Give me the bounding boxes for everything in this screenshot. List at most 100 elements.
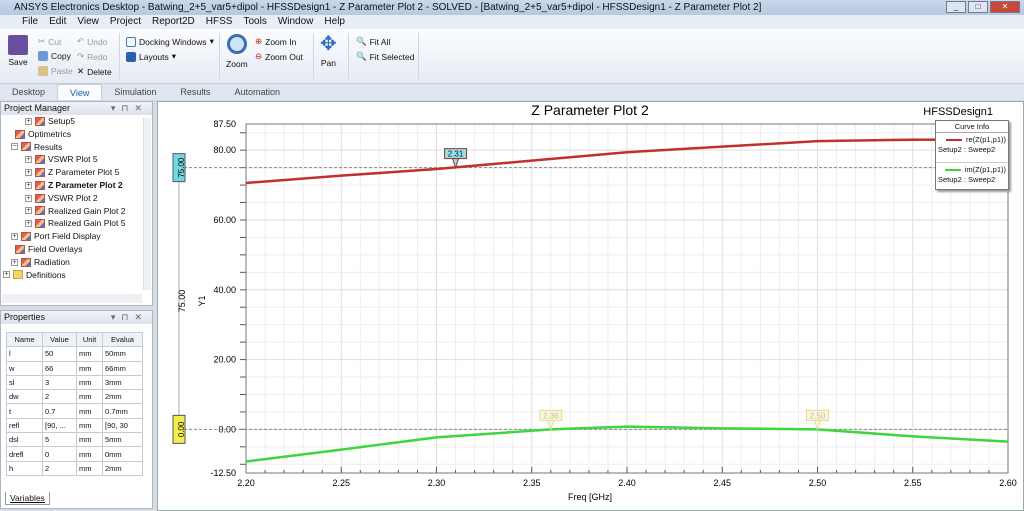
- table-row[interactable]: l 50 mm 50mm: [6, 346, 143, 362]
- table-row[interactable]: dsl 5 mm 5mm: [6, 432, 143, 448]
- expand-icon[interactable]: +: [25, 207, 32, 215]
- expand-icon[interactable]: +: [25, 156, 32, 164]
- tree-item[interactable]: + Realized Gain Plot 2: [1, 205, 152, 218]
- table-cell[interactable]: 66: [42, 360, 77, 376]
- tab-desktop[interactable]: Desktop: [0, 84, 57, 100]
- table-row[interactable]: drefl 0 mm 0mm: [6, 446, 143, 462]
- magnifier-icon: [226, 34, 247, 54]
- table-row[interactable]: t 0.7 mm 0.7mm: [6, 403, 143, 419]
- expand-icon[interactable]: +: [25, 117, 32, 125]
- fit-all-button[interactable]: 🔍 Fit All: [356, 36, 390, 47]
- maximize-button[interactable]: □: [968, 1, 988, 13]
- ribbon-tabs: Desktop View Simulation Results Automation: [0, 84, 1024, 100]
- expand-icon[interactable]: +: [3, 271, 10, 279]
- tree-item[interactable]: Optimetrics: [1, 128, 152, 141]
- expand-icon[interactable]: +: [25, 181, 32, 189]
- table-cell: t: [6, 403, 43, 419]
- table-row[interactable]: h 2 mm 2mm: [6, 460, 143, 476]
- tree-item[interactable]: + VSWR Plot 2: [1, 192, 152, 205]
- table-row[interactable]: w 66 mm 66mm: [6, 360, 143, 376]
- menu-view[interactable]: View: [77, 15, 99, 29]
- layouts-button[interactable]: Layouts ▾: [126, 51, 176, 62]
- table-cell[interactable]: 5: [42, 432, 77, 448]
- table-cell[interactable]: 3: [42, 374, 77, 391]
- y-tick-label: 87.50: [213, 119, 236, 129]
- tree-item[interactable]: + Z Parameter Plot 2: [1, 179, 152, 192]
- column-header[interactable]: Name: [6, 331, 43, 348]
- zoom-in-icon: ⊕: [255, 36, 263, 46]
- tree-item[interactable]: Field Overlays: [1, 243, 152, 256]
- docking-windows-button[interactable]: Docking Windows ▾: [126, 36, 214, 47]
- table-cell[interactable]: 0.7: [42, 403, 77, 419]
- menu-report2d[interactable]: Report2D: [152, 15, 195, 29]
- tree-item[interactable]: + Radiation: [1, 256, 152, 269]
- y-tick-label: 80.00: [213, 145, 236, 155]
- tree-item[interactable]: + Definitions: [1, 269, 152, 282]
- expand-icon[interactable]: +: [25, 220, 32, 228]
- paste-button[interactable]: Paste: [38, 66, 73, 76]
- tree-node-icon: [21, 142, 31, 152]
- zoom-in-button[interactable]: ⊕ Zoom In: [255, 36, 296, 47]
- fit-selected-icon: 🔍: [356, 51, 367, 61]
- menu-hfss[interactable]: HFSS: [206, 15, 233, 29]
- table-cell[interactable]: [90, ...: [42, 417, 77, 434]
- table-row[interactable]: dw 2 mm 2mm: [6, 389, 143, 405]
- tree-item[interactable]: + Setup5: [1, 115, 152, 128]
- z-parameter-chart[interactable]: Z Parameter Plot 2 HFSSDesign1 2.20 2.25 2.3…: [157, 101, 1024, 511]
- column-header[interactable]: Value: [42, 331, 77, 348]
- menu-project[interactable]: Project: [110, 15, 141, 29]
- expand-icon[interactable]: +: [25, 194, 32, 202]
- table-cell[interactable]: 50: [42, 346, 77, 362]
- cut-button[interactable]: ✂ Cut: [38, 36, 61, 47]
- table-cell[interactable]: 0: [42, 446, 77, 462]
- menu-file[interactable]: File: [22, 15, 38, 29]
- tree-item[interactable]: − Results: [1, 141, 152, 154]
- column-header[interactable]: Evalua: [102, 331, 143, 348]
- x-tick-label: 2.35: [523, 478, 541, 488]
- panel-buttons[interactable]: ▾⊓✕: [111, 102, 148, 115]
- save-button[interactable]: Save: [8, 35, 28, 67]
- table-cell[interactable]: 2: [42, 460, 77, 476]
- redo-button[interactable]: ↷ Redo: [77, 51, 107, 62]
- delete-button[interactable]: ✕ Delete: [77, 66, 112, 77]
- expand-icon[interactable]: +: [11, 233, 18, 241]
- panel-title: Project Manager: [4, 103, 71, 113]
- copy-button[interactable]: Copy: [38, 51, 71, 61]
- tree-item[interactable]: + Realized Gain Plot 5: [1, 217, 152, 230]
- table-cell: sl: [6, 374, 43, 391]
- tab-automation[interactable]: Automation: [222, 84, 292, 100]
- table-row[interactable]: refl [90, ... mm [90, 30: [6, 417, 143, 434]
- column-header[interactable]: Unit: [76, 331, 103, 348]
- tab-simulation[interactable]: Simulation: [102, 84, 168, 100]
- minimize-button[interactable]: _: [946, 1, 966, 13]
- menu-window[interactable]: Window: [278, 15, 314, 29]
- menu-tools[interactable]: Tools: [243, 15, 266, 29]
- expand-icon[interactable]: +: [11, 258, 18, 266]
- panel-buttons[interactable]: ▾⊓✕: [111, 311, 148, 324]
- expand-icon[interactable]: +: [25, 169, 32, 177]
- close-button[interactable]: ✕: [990, 1, 1020, 13]
- table-cell: w: [6, 360, 43, 376]
- tree-item[interactable]: + Z Parameter Plot 5: [1, 166, 152, 179]
- curve-info-legend[interactable]: Curve Info re(Z(p1,p1)) Setup2 : Sweep2 i…: [935, 120, 1009, 190]
- tab-results[interactable]: Results: [168, 84, 222, 100]
- zoom-out-button[interactable]: ⊖ Zoom Out: [255, 51, 303, 62]
- expand-icon[interactable]: −: [11, 143, 18, 151]
- tree-item-label: Setup5: [48, 116, 75, 126]
- tab-view[interactable]: View: [57, 84, 103, 100]
- variables-tab[interactable]: Variables: [5, 492, 50, 505]
- tree-scrollbar[interactable]: [143, 118, 151, 290]
- x-tick-label: 2.60: [999, 478, 1017, 488]
- table-cell[interactable]: 2: [42, 389, 77, 405]
- window-icon: [126, 36, 136, 47]
- undo-button[interactable]: ↶ Undo: [77, 36, 107, 47]
- zoom-button[interactable]: Zoom: [226, 34, 248, 69]
- tree-hscrollbar[interactable]: [2, 294, 142, 303]
- pan-button[interactable]: ✥ Pan: [320, 34, 337, 68]
- menu-edit[interactable]: Edit: [49, 15, 66, 29]
- tree-item[interactable]: + VSWR Plot 5: [1, 153, 152, 166]
- menu-help[interactable]: Help: [324, 15, 345, 29]
- tree-item[interactable]: + Port Field Display: [1, 230, 152, 243]
- fit-selected-button[interactable]: 🔍 Fit Selected: [356, 51, 414, 62]
- table-row[interactable]: sl 3 mm 3mm: [6, 374, 143, 391]
